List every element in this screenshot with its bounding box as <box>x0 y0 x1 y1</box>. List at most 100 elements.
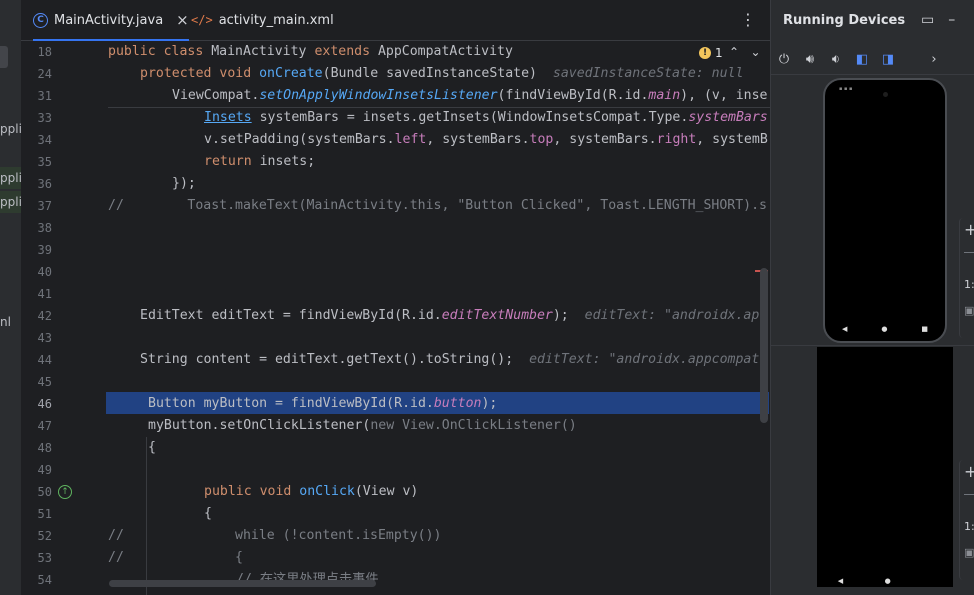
line-number: 54 <box>37 573 52 587</box>
line-number: 40 <box>37 265 52 279</box>
code-line-42: EditText editText = findViewById(R.id.ed… <box>140 308 760 323</box>
indent-guide <box>146 437 147 595</box>
second-device-screen[interactable]: ◀ ● <box>817 347 953 587</box>
line-number: 41 <box>37 287 52 301</box>
tab-activity-main-xml[interactable]: </> activity_main.xml <box>191 0 334 40</box>
inlay-hint: savedInstanceState: null <box>552 66 744 81</box>
back-icon[interactable]: ◀ <box>838 577 843 585</box>
line-number: 39 <box>37 243 52 257</box>
code-text[interactable]: public class MainActivity extends AppCom… <box>108 41 770 595</box>
warning-icon: ! <box>699 47 711 59</box>
device-toolbar: ⏻ 🔊︎ 🔉︎ ◧ ◨ › <box>771 44 974 75</box>
project-item-fragment[interactable]: ppli <box>0 122 21 136</box>
line-number: 35 <box>37 155 52 169</box>
running-devices-panel: Running Devices ▭ – ⏻ 🔊︎ 🔉︎ ◧ ◨ › ▪ ▪ ▪ … <box>770 0 974 595</box>
line-number: 49 <box>37 463 52 477</box>
tab-label: MainActivity.java <box>54 12 164 28</box>
line-number: 36 <box>37 177 52 191</box>
zoom-actual-size[interactable]: 1:1 <box>964 278 974 291</box>
line-number: 24 <box>37 67 52 81</box>
home-icon[interactable]: ● <box>885 577 891 585</box>
chevron-right-icon[interactable]: › <box>921 52 947 67</box>
tab-mainactivity-java[interactable]: C MainActivity.java × <box>33 0 189 41</box>
code-line-36: }); <box>172 176 196 191</box>
power-icon[interactable]: ⏻ <box>771 52 797 67</box>
close-tab-icon[interactable]: × <box>176 11 189 29</box>
line-number: 42 <box>37 309 52 323</box>
zoom-out-icon[interactable] <box>964 252 974 253</box>
project-item-fragment[interactable]: ppli <box>0 171 21 185</box>
line-number: 37 <box>37 199 52 213</box>
zoom-in-icon[interactable]: + <box>964 462 974 481</box>
zoom-out-icon[interactable] <box>964 494 974 495</box>
code-line-52: // while (!content.isEmpty()) <box>108 528 442 543</box>
panel-title: Running Devices <box>783 13 906 28</box>
line-number: 50 <box>37 485 52 499</box>
code-line-33: Insets systemBars = insets.getInsets(Win… <box>204 110 768 125</box>
line-number: 51 <box>37 507 52 521</box>
back-icon[interactable]: ◀ <box>842 325 847 333</box>
code-line-44: String content = editText.getText().toSt… <box>140 352 760 367</box>
project-panel-edge: ppli ppli ppli nl <box>0 0 21 595</box>
line-number: 52 <box>37 529 52 543</box>
project-item-fragment[interactable]: nl <box>0 315 11 329</box>
status-bar: ▪ ▪ ▪ <box>839 86 853 92</box>
code-line-31: ViewCompat.setOnApplyWindowInsetsListene… <box>172 88 768 103</box>
zoom-controls: + 1:1 ▣ <box>959 218 974 338</box>
vertical-scrollbar[interactable] <box>760 268 768 423</box>
code-line-47: myButton.setOnClickListener(new View.OnC… <box>148 418 577 433</box>
device-nav-bar: ◀ ● ■ <box>825 325 945 333</box>
line-number: 47 <box>37 419 52 433</box>
line-number: 53 <box>37 551 52 565</box>
inspection-nav[interactable]: ⌃ ⌄ <box>729 45 761 59</box>
project-item-fragment[interactable]: ppli <box>0 195 21 209</box>
device-separator <box>771 345 974 346</box>
line-number: 38 <box>37 221 52 235</box>
line-number: 34 <box>37 133 52 147</box>
screenshot-icon[interactable]: ▣ <box>964 304 974 317</box>
recents-icon[interactable]: ■ <box>921 325 928 333</box>
code-line-34: v.setPadding(systemBars.left, systemBars… <box>204 132 768 147</box>
line-number-gutter: 18 24 31 33 34 35 36 37 38 39 40 41 42 4… <box>21 41 81 595</box>
code-line-35: return insets; <box>204 154 316 169</box>
chevron-down-icon[interactable]: ⌄ <box>751 45 761 59</box>
line-number: 31 <box>37 89 52 103</box>
code-line-37: // Toast.makeText(MainActivity.this, "Bu… <box>108 198 767 213</box>
override-method-icon[interactable]: ↑ <box>58 485 72 499</box>
line-number: 18 <box>37 45 52 59</box>
volume-up-icon[interactable]: 🔊︎ <box>797 52 823 67</box>
line-number: 45 <box>37 375 52 389</box>
hide-panel-icon[interactable]: – <box>948 12 955 28</box>
line-number: 33 <box>37 111 52 125</box>
xml-file-icon: </> <box>191 13 213 27</box>
zoom-actual-size[interactable]: 1:1 <box>964 520 974 533</box>
screenshot-icon[interactable]: ▣ <box>964 546 974 559</box>
code-line-18: public class MainActivity extends AppCom… <box>108 44 513 59</box>
line-number: 43 <box>37 331 52 345</box>
code-editor[interactable]: C MainActivity.java × </> activity_main.… <box>21 0 770 595</box>
code-line-48: { <box>148 440 156 455</box>
tab-label: activity_main.xml <box>218 12 334 28</box>
zoom-in-icon[interactable]: + <box>964 220 974 239</box>
rotate-right-icon[interactable]: ◨ <box>875 52 901 67</box>
window-options-icon[interactable]: ▭ <box>921 12 934 28</box>
code-line-46: Button myButton = findViewById(R.id.butt… <box>148 396 498 411</box>
line-number: 44 <box>37 353 52 367</box>
device-nav-bar: ◀ ● <box>817 577 953 585</box>
device-screen[interactable]: ▪ ▪ ▪ ◀ ● ■ <box>823 78 947 343</box>
chevron-up-icon[interactable]: ⌃ <box>729 45 739 59</box>
more-options-icon[interactable]: ⋮ <box>740 10 756 29</box>
line-number-current: 46 <box>37 397 52 411</box>
line-number: 48 <box>37 441 52 455</box>
warning-count: 1 <box>715 46 723 60</box>
panel-header-actions: ▭ – <box>921 12 955 28</box>
code-line-51: { <box>204 506 212 521</box>
rotate-left-icon[interactable]: ◧ <box>849 52 875 67</box>
horizontal-scrollbar[interactable] <box>109 580 376 587</box>
code-line-24: protected void onCreate(Bundle savedInst… <box>140 66 744 81</box>
home-icon[interactable]: ● <box>881 325 887 333</box>
inspection-widget[interactable]: ! 1 <box>699 46 723 60</box>
project-selection-indicator <box>0 46 8 68</box>
code-line-53: // { <box>108 550 243 565</box>
volume-down-icon[interactable]: 🔉︎ <box>823 52 849 67</box>
